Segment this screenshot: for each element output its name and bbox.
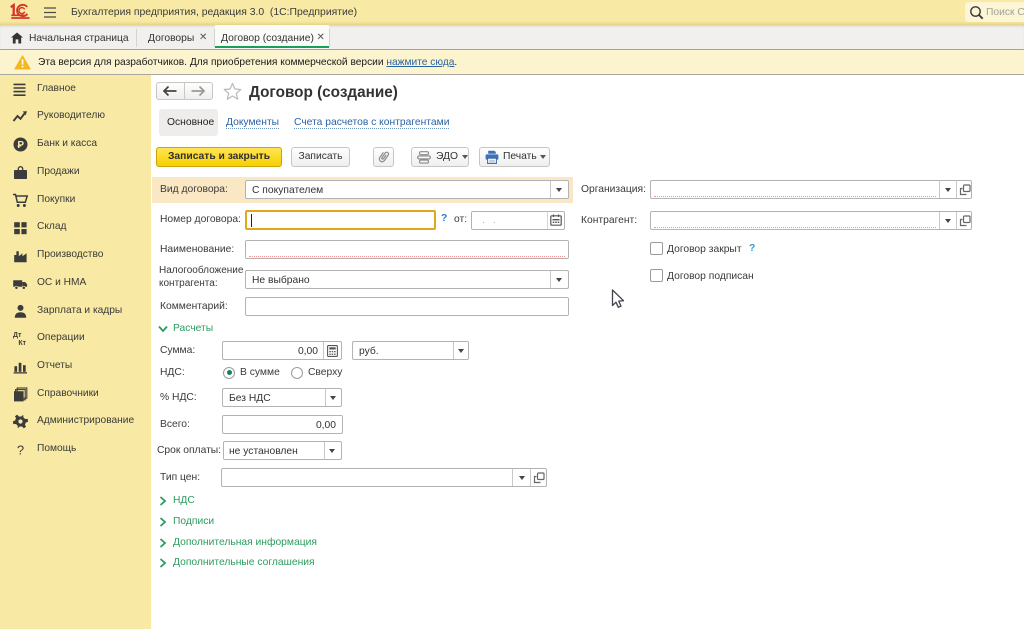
- svg-text:?: ?: [17, 442, 24, 457]
- svg-text:Кт: Кт: [18, 340, 26, 347]
- svg-text:Дт: Дт: [13, 332, 22, 339]
